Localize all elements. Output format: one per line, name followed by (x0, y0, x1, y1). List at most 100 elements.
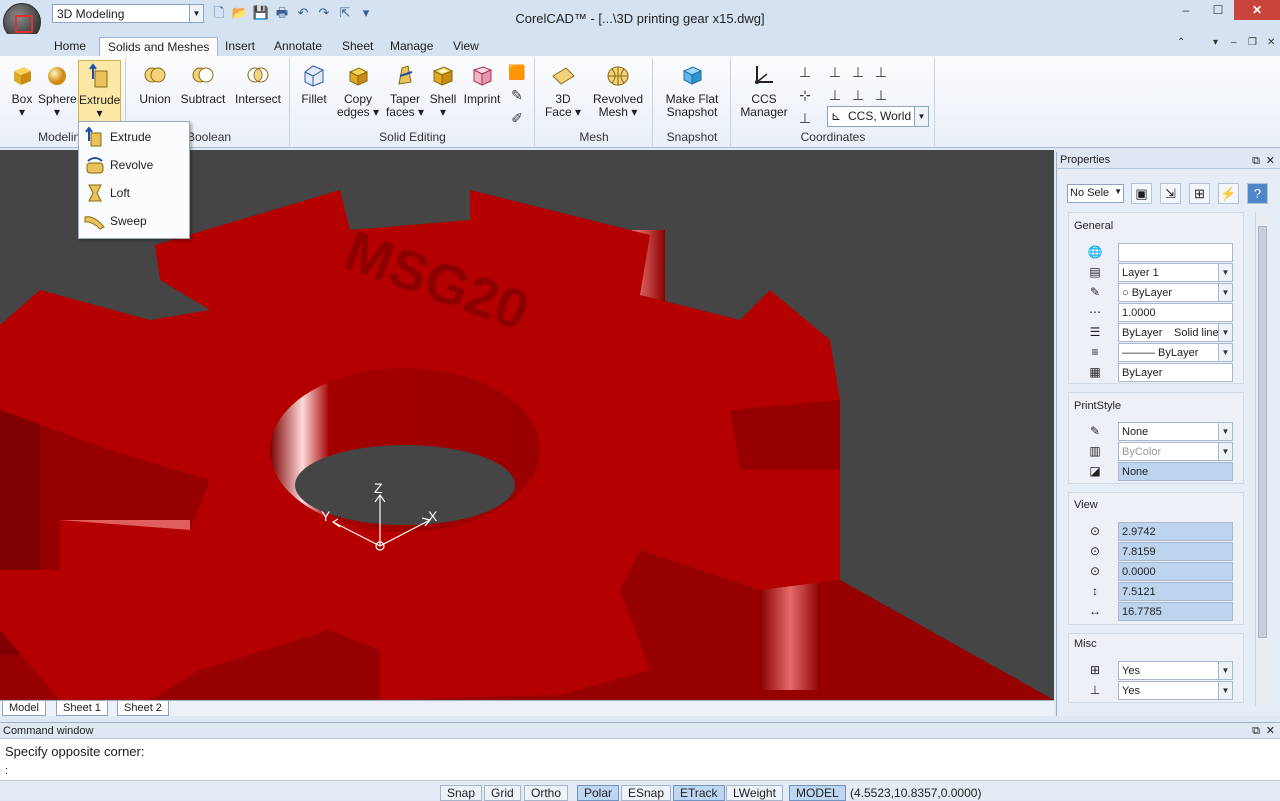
ortho-toggle[interactable]: Ortho (524, 785, 569, 801)
tab-model[interactable]: Model (2, 701, 46, 716)
prop-height-value[interactable]: 7.5121 (1118, 582, 1233, 601)
tab-sheet-2[interactable]: Sheet 2 (117, 701, 169, 716)
minimize-button[interactable]: – (1170, 0, 1202, 20)
prop-misc-a-value[interactable]: Yes ▼ (1118, 661, 1233, 680)
ccs-origin-icon[interactable]: ⊥ (796, 63, 814, 81)
prop-linetype-scale[interactable]: ⋯ 1.0000 (1089, 303, 1233, 322)
maximize-button[interactable]: ☐ (1202, 0, 1234, 20)
tab-home[interactable]: Home (46, 37, 94, 57)
ccs-view-icon[interactable]: ⊥ (849, 63, 867, 81)
menu-item-revolve[interactable]: Revolve (81, 152, 187, 178)
prop-transparency[interactable]: ▦ ByLayer (1089, 363, 1233, 382)
prop-layer-value[interactable]: Layer 1 ▼ (1118, 263, 1233, 282)
etrack-toggle[interactable]: ETrack (673, 785, 725, 801)
tab-manage[interactable]: Manage (382, 37, 441, 57)
tab-annotate[interactable]: Annotate (266, 37, 330, 57)
clean-icon[interactable]: ✎ (508, 86, 526, 104)
prop-lineweight[interactable]: ≡ ——— ByLayer ▼ (1091, 343, 1233, 362)
prop-linetype-scale-value[interactable]: 1.0000 (1118, 303, 1233, 322)
prop-print-table[interactable]: ◪ None (1089, 462, 1233, 481)
sort-button[interactable]: ⚡ (1218, 183, 1239, 204)
revolved-mesh-button[interactable]: Revolved Mesh ▾ (588, 60, 648, 119)
tab-sheet-1[interactable]: Sheet 1 (56, 701, 108, 716)
close-icon[interactable]: ✕ (1266, 723, 1275, 739)
help-button[interactable]: ? (1247, 183, 1268, 204)
ccs-entity-icon[interactable]: ⊥ (849, 86, 867, 104)
prop-print-style-value[interactable]: None ▼ (1118, 422, 1233, 441)
polar-toggle[interactable]: Polar (577, 785, 620, 801)
prop-lineweight-value[interactable]: ——— ByLayer ▼ (1118, 343, 1233, 362)
ccs-3point-icon[interactable]: ⊥ (826, 63, 844, 81)
ccs-face-icon[interactable]: ⊥ (872, 86, 890, 104)
tab-insert[interactable]: Insert (217, 37, 263, 57)
prop-width-value[interactable]: 16.7785 (1118, 602, 1233, 621)
doc-minimize-icon[interactable]: – (1231, 37, 1237, 48)
ccs-axis-icon[interactable]: ⊹ (796, 86, 814, 104)
menu-item-extrude[interactable]: Extrude (81, 124, 187, 150)
prop-color[interactable]: 🌐 (1088, 243, 1233, 262)
ccs-world-icon[interactable]: ⊥ (826, 86, 844, 104)
close-button[interactable]: ✕ (1234, 0, 1280, 20)
prop-center-z[interactable]: ⊙ 0.0000 (1090, 562, 1233, 581)
prop-print-style[interactable]: ✎ None ▼ (1090, 422, 1233, 441)
3d-face-button[interactable]: 3D Face ▾ (542, 60, 584, 119)
ccs-manager-button[interactable]: CCS Manager (736, 60, 792, 119)
prop-center-z-value[interactable]: 0.0000 (1118, 562, 1233, 581)
command-input[interactable]: : (5, 765, 8, 777)
menu-item-loft[interactable]: Loft (81, 180, 187, 206)
shell-button[interactable]: Shell ▾ (427, 60, 459, 119)
float-icon[interactable]: ⧉ (1252, 723, 1260, 739)
prop-height[interactable]: ↕ 7.5121 (1092, 582, 1233, 601)
prop-entity-color-value[interactable]: ○ ByLayer ▼ (1118, 283, 1233, 302)
esnap-toggle[interactable]: ESnap (621, 785, 672, 801)
menu-item-sweep[interactable]: Sweep (81, 208, 187, 234)
properties-scrollbar[interactable] (1255, 212, 1269, 706)
prop-transparency-value[interactable]: ByLayer (1118, 363, 1233, 382)
prop-linetype-value[interactable]: ByLayer Solid line ▼ (1118, 323, 1233, 342)
doc-close-icon[interactable]: ✕ (1267, 37, 1275, 48)
copy-edges-button[interactable]: Copy edges ▾ (335, 60, 381, 119)
float-icon[interactable]: ⧉ (1252, 153, 1260, 170)
selection-filter-select[interactable]: No Sele ▼ (1067, 184, 1124, 203)
snap-toggle[interactable]: Snap (440, 785, 483, 801)
model-toggle[interactable]: MODEL (789, 785, 846, 801)
fillet-button[interactable]: Fillet (297, 60, 331, 106)
prop-misc-b-value[interactable]: Yes ▼ (1118, 681, 1233, 700)
prop-center-y-value[interactable]: 7.8159 (1118, 542, 1233, 561)
prop-print-table-value[interactable]: None (1118, 462, 1233, 481)
prop-entity-color[interactable]: ✎ ○ ByLayer ▼ (1090, 283, 1233, 302)
select-entities-button[interactable]: ⇲ (1160, 183, 1181, 204)
taper-faces-button[interactable]: Taper faces ▾ (383, 60, 427, 119)
box-button[interactable]: Box ▾ (6, 60, 38, 119)
collapse-ribbon-icon[interactable]: ⌃ (1177, 37, 1185, 48)
doc-restore-icon[interactable]: ❐ (1248, 37, 1257, 48)
grid-toggle[interactable]: Grid (484, 785, 521, 801)
subtract-button[interactable]: Subtract (179, 60, 227, 106)
tab-sheet[interactable]: Sheet (334, 37, 381, 57)
tab-solids-and-meshes[interactable]: Solids and Meshes (99, 37, 219, 57)
toggle-pickadd-button[interactable]: ⊞ (1189, 183, 1210, 204)
prop-linetype[interactable]: ☰ ByLayer Solid line ▼ (1090, 323, 1233, 342)
sphere-button[interactable]: Sphere ▾ (38, 60, 77, 119)
prop-center-x-value[interactable]: 2.9742 (1118, 522, 1233, 541)
union-button[interactable]: Union (135, 60, 175, 106)
intersect-button[interactable]: Intersect (231, 60, 285, 106)
lweight-toggle[interactable]: LWeight (726, 785, 783, 801)
close-icon[interactable]: ✕ (1266, 153, 1275, 170)
ccs-x-icon[interactable]: ⊥ (872, 63, 890, 81)
check-icon[interactable]: ✐ (508, 109, 526, 127)
prop-misc-a[interactable]: ⊞ Yes ▼ (1090, 661, 1233, 680)
scroll-thumb[interactable] (1258, 226, 1267, 638)
prop-misc-b[interactable]: ⊥ Yes ▼ (1090, 681, 1233, 700)
prop-layer[interactable]: ▤ Layer 1 ▼ (1089, 263, 1233, 282)
prop-width[interactable]: ↔ 16.7785 (1089, 602, 1233, 621)
ccs-select[interactable]: ⊾ CCS, World ▼ (827, 106, 929, 127)
ccs-previous-icon[interactable]: ⊥ (796, 109, 814, 127)
tab-view[interactable]: View (445, 37, 487, 57)
prop-center-x[interactable]: ⊙ 2.9742 (1090, 522, 1233, 541)
imprint-button[interactable]: Imprint (461, 60, 503, 106)
prop-color-value[interactable] (1118, 243, 1233, 262)
quick-select-button[interactable]: ▣ (1131, 183, 1152, 204)
separate-icon[interactable]: 🟧 (508, 63, 526, 81)
make-flat-snapshot-button[interactable]: Make Flat Snapshot (658, 60, 726, 119)
